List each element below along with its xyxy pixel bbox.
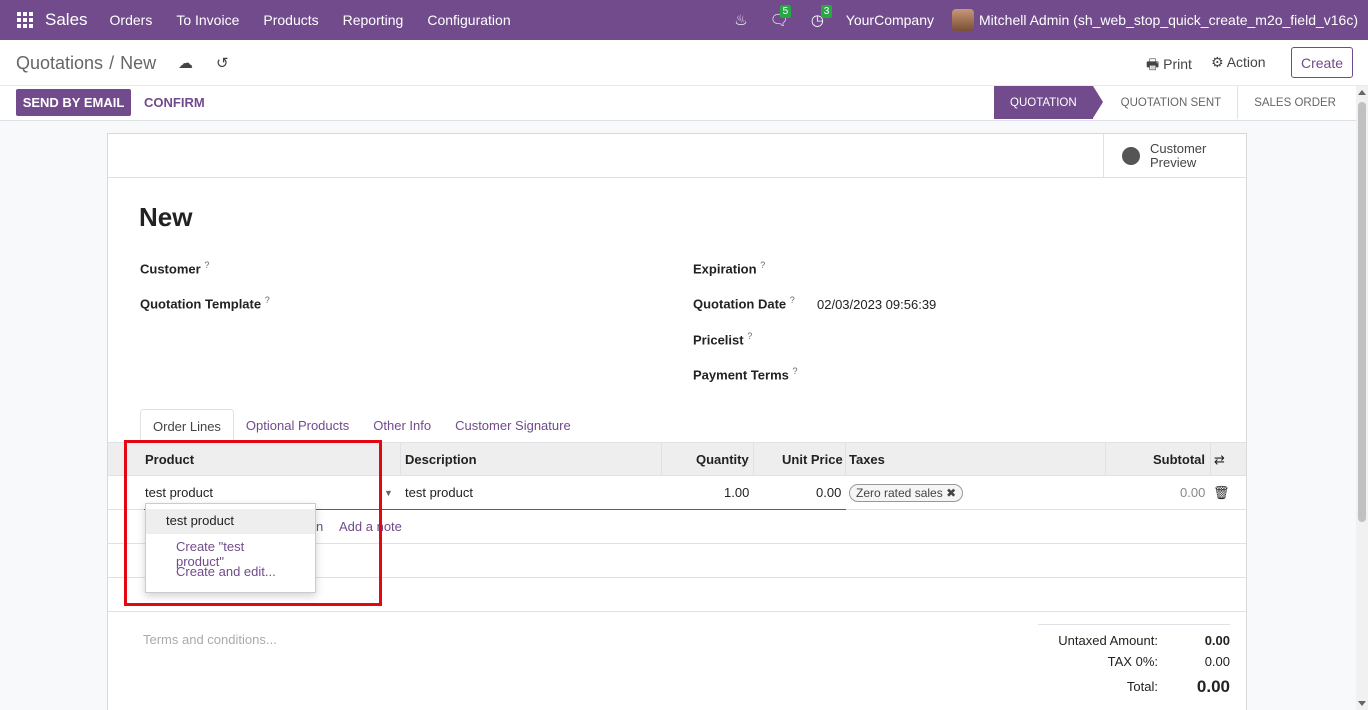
dropdown-create-option[interactable]: Create "test product" — [146, 535, 315, 569]
header-subtotal[interactable]: Subtotal — [1153, 452, 1205, 467]
optional-columns-icon[interactable]: ⇄ — [1214, 452, 1225, 468]
chat-icon[interactable]: 🗨 5 — [770, 5, 792, 29]
company-switcher[interactable]: YourCompany — [846, 12, 934, 28]
column-separator — [661, 443, 662, 476]
stage-sales-order[interactable]: SALES ORDER — [1238, 86, 1352, 119]
action-button[interactable]: ⚙ Action — [1211, 54, 1266, 71]
menu-orders[interactable]: Orders — [110, 12, 153, 28]
tab-other-info[interactable]: Other Info — [361, 409, 443, 442]
column-separator — [753, 443, 754, 476]
breadcrumb-separator: / — [109, 53, 115, 73]
subtotal-cell: 0.00 — [1180, 485, 1206, 500]
debug-bug-icon[interactable]: ♨ — [734, 11, 747, 29]
terms-and-conditions-field[interactable]: Terms and conditions... — [143, 632, 277, 647]
notebook-tabs: Order Lines Optional Products Other Info… — [140, 409, 583, 442]
untaxed-value: 0.00 — [1204, 633, 1230, 648]
dropdown-option-product[interactable]: test product — [146, 509, 315, 534]
discard-undo-icon[interactable]: ↺ — [216, 54, 229, 72]
payment-terms-label: Payment Terms ? — [693, 366, 798, 383]
unit-price-cell[interactable]: 0.00 — [816, 485, 841, 500]
page-scrollbar[interactable] — [1356, 86, 1368, 710]
gear-icon: ⚙ — [1211, 54, 1224, 70]
apps-menu-icon[interactable] — [17, 12, 33, 28]
quotation-template-label: Quotation Template ? — [140, 295, 270, 312]
remove-tag-icon[interactable]: ✖ — [946, 486, 956, 500]
column-separator — [1210, 443, 1211, 476]
total-value: 0.00 — [1196, 677, 1230, 696]
button-box: Customer Preview — [108, 134, 1246, 178]
breadcrumb: Quotations / New — [16, 53, 156, 74]
trash-icon[interactable]: 🗑 — [1213, 485, 1230, 501]
top-navbar: Sales Orders To Invoice Products Reporti… — [0, 0, 1368, 40]
tab-optional-products[interactable]: Optional Products — [234, 409, 361, 442]
expiration-label: Expiration ? — [693, 260, 766, 277]
printer-icon: 🖶 — [1146, 56, 1160, 72]
menu-to-invoice[interactable]: To Invoice — [176, 12, 239, 28]
app-brand[interactable]: Sales — [45, 10, 88, 30]
column-separator — [845, 443, 846, 476]
column-separator — [1105, 443, 1106, 476]
user-menu[interactable]: Mitchell Admin (sh_web_stop_quick_create… — [979, 12, 1358, 28]
customer-preview-label: Customer Preview — [1150, 141, 1207, 170]
avatar[interactable] — [952, 9, 975, 31]
chevron-down-icon[interactable]: ▼ — [384, 488, 393, 498]
print-label: Print — [1163, 56, 1192, 72]
status-bar: QUOTATION QUOTATION SENT SALES ORDER — [994, 86, 1352, 119]
activity-count-badge: 3 — [820, 5, 833, 18]
scroll-up-icon[interactable] — [1358, 90, 1366, 95]
scrollbar-thumb[interactable] — [1358, 102, 1366, 522]
header-unit-price[interactable]: Unit Price — [782, 452, 843, 467]
quantity-cell[interactable]: 1.00 — [724, 485, 749, 500]
totals-panel: Untaxed Amount: 0.00 TAX 0%: 0.00 Total:… — [1038, 624, 1230, 696]
total-label: Total: — [1126, 679, 1158, 694]
quotation-date-label: Quotation Date ? — [693, 295, 795, 312]
tax-value: 0.00 — [1204, 654, 1230, 669]
dropdown-create-and-edit-option[interactable]: Create and edit... — [146, 560, 315, 585]
confirm-button[interactable]: CONFIRM — [144, 95, 205, 110]
chat-count-badge: 5 — [779, 5, 792, 18]
control-panel: Quotations / New ☁ ↺ 🖶 Print ⚙ Action Crea… — [0, 40, 1368, 121]
customer-preview-button[interactable]: Customer Preview — [1103, 134, 1246, 178]
description-cell[interactable]: test product — [405, 485, 473, 500]
header-description[interactable]: Description — [405, 452, 477, 467]
stage-quotation[interactable]: QUOTATION — [994, 86, 1103, 119]
column-separator — [400, 443, 401, 476]
print-button[interactable]: 🖶 Print — [1146, 54, 1192, 78]
untaxed-label: Untaxed Amount: — [1058, 633, 1158, 648]
product-autocomplete-dropdown: test product Create "test product" Creat… — [145, 503, 316, 593]
header-quantity[interactable]: Quantity — [696, 452, 749, 467]
create-button[interactable]: Create — [1291, 47, 1353, 78]
globe-icon — [1122, 147, 1140, 165]
save-cloud-icon[interactable]: ☁ — [178, 54, 193, 72]
tax-tag[interactable]: Zero rated sales ✖ — [849, 484, 964, 502]
tab-order-lines[interactable]: Order Lines — [140, 409, 234, 442]
stage-quotation-sent[interactable]: QUOTATION SENT — [1093, 86, 1239, 119]
customer-label: Customer ? — [140, 260, 210, 277]
activity-clock-icon[interactable]: ◷ 3 — [811, 5, 833, 29]
menu-configuration[interactable]: Configuration — [427, 12, 510, 28]
record-title: New — [139, 202, 193, 232]
action-label: Action — [1226, 54, 1266, 70]
breadcrumb-current: New — [120, 53, 157, 73]
menu-products[interactable]: Products — [263, 12, 318, 28]
tab-customer-signature[interactable]: Customer Signature — [443, 409, 583, 442]
header-taxes[interactable]: Taxes — [849, 452, 885, 467]
pricelist-label: Pricelist ? — [693, 331, 753, 348]
form-sheet: Customer Preview New Customer ? Quotation… — [107, 133, 1247, 710]
quotation-date-field[interactable]: 02/03/2023 09:56:39 — [817, 297, 936, 312]
scroll-down-icon[interactable] — [1358, 701, 1366, 706]
send-by-email-button[interactable]: SEND BY EMAIL — [16, 89, 131, 116]
menu-reporting[interactable]: Reporting — [343, 12, 404, 28]
tax-label: TAX 0%: — [1107, 654, 1158, 669]
breadcrumb-quotations[interactable]: Quotations — [16, 53, 103, 73]
